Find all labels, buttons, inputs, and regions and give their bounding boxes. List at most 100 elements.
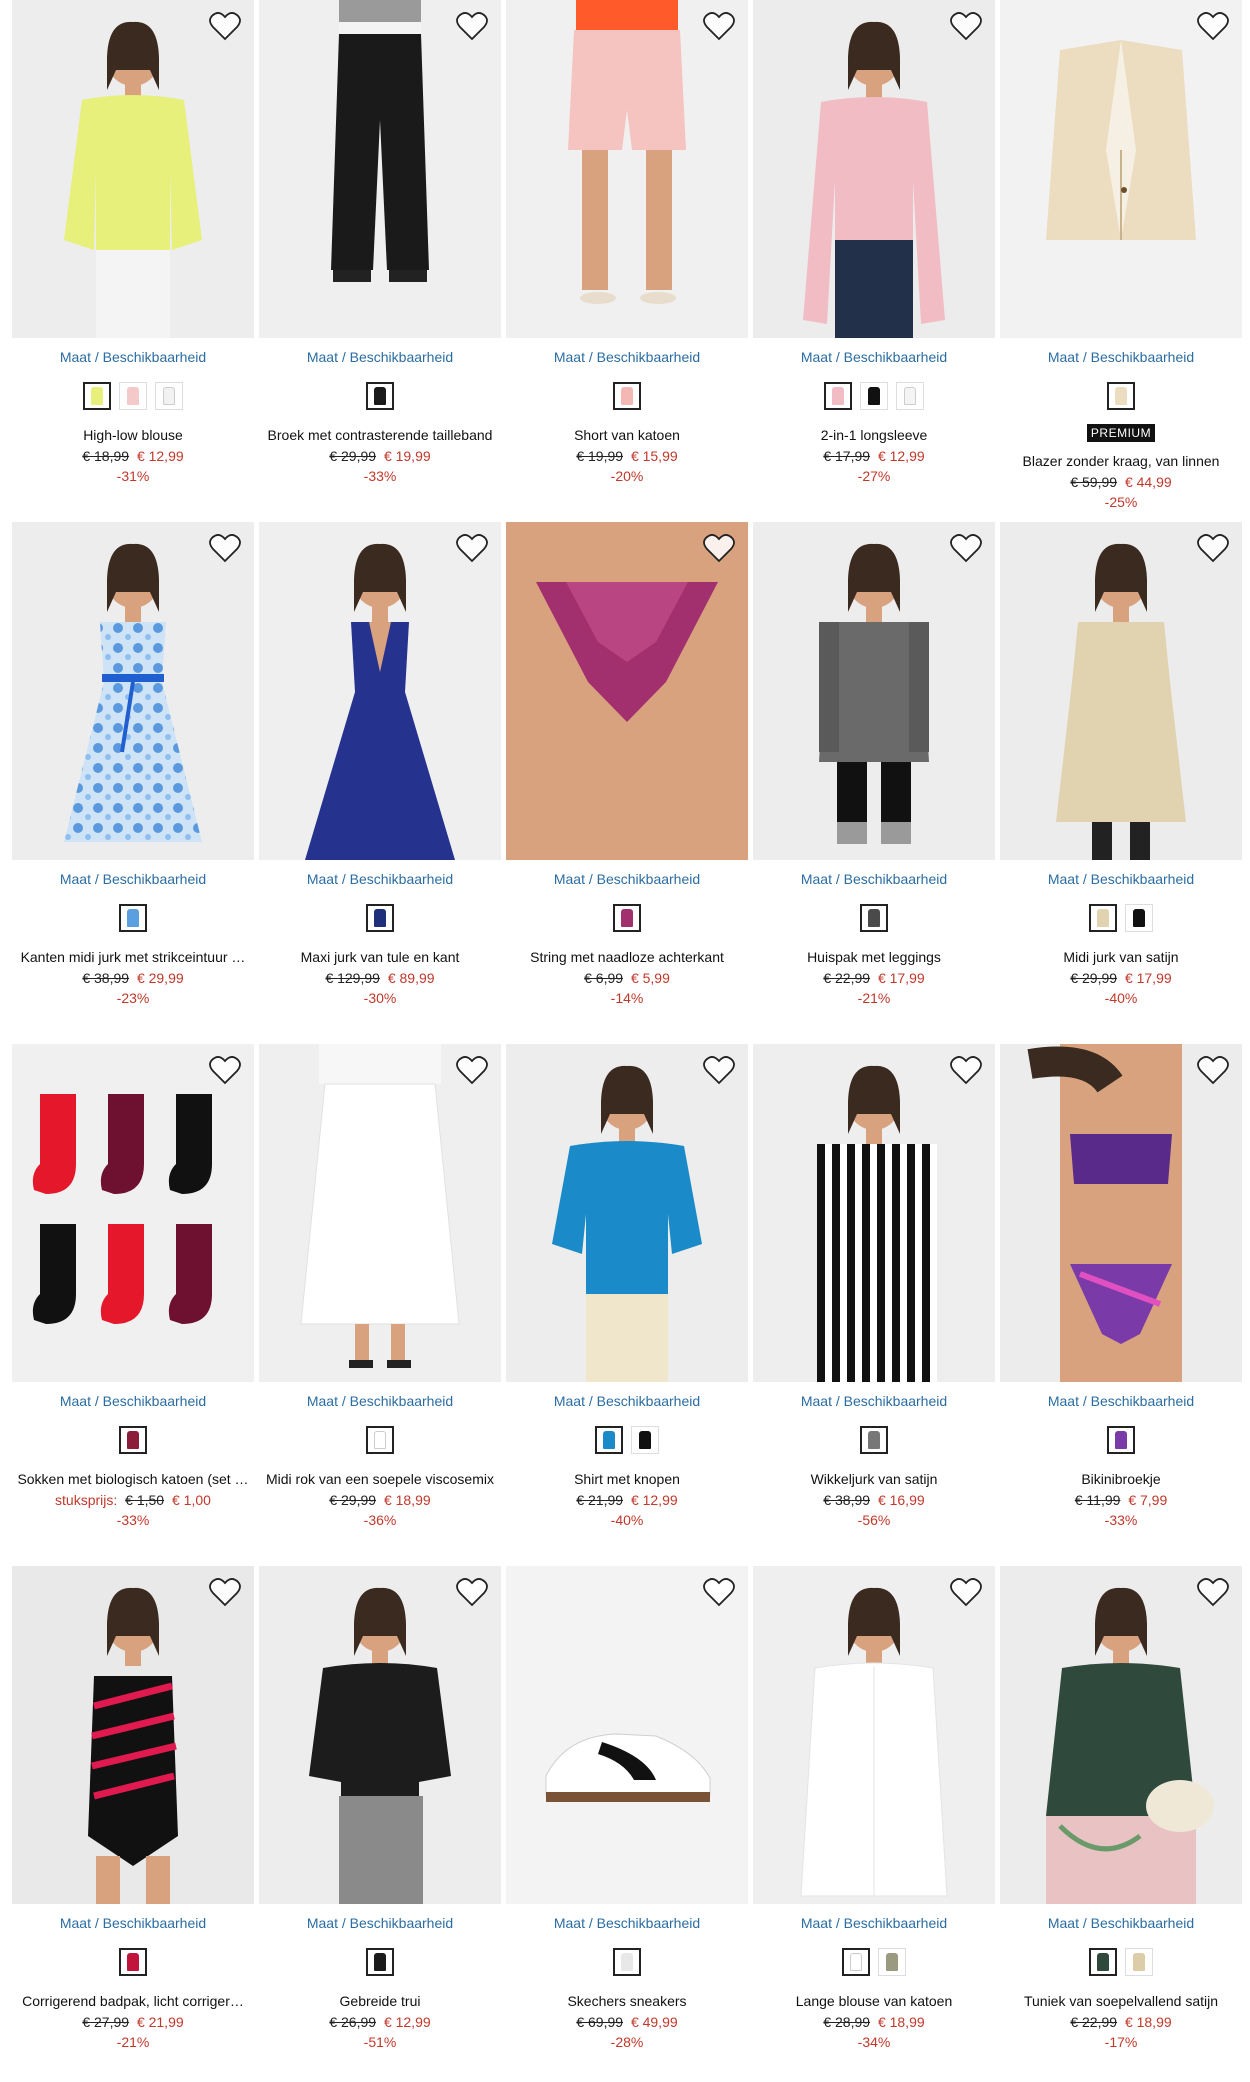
product-image[interactable] [12,1044,254,1382]
size-availability-link[interactable]: Maat / Beschikbaarheid [506,348,748,366]
product-name[interactable]: Midi jurk van satijn [1000,948,1242,966]
color-swatch[interactable] [613,382,641,410]
product-card[interactable]: Maat / Beschikbaarheid Broek met contras… [259,0,501,522]
color-swatch[interactable] [366,904,394,932]
product-image[interactable] [753,1044,995,1382]
product-card[interactable]: Maat / Beschikbaarheid Midi rok van een … [259,1044,501,1566]
size-availability-link[interactable]: Maat / Beschikbaarheid [753,870,995,888]
product-name[interactable]: Shirt met knopen [506,1470,748,1488]
size-availability-link[interactable]: Maat / Beschikbaarheid [259,870,501,888]
color-swatch[interactable] [366,1426,394,1454]
product-card[interactable]: Maat / Beschikbaarheid Maxi jurk van tul… [259,522,501,1044]
size-availability-link[interactable]: Maat / Beschikbaarheid [753,348,995,366]
size-availability-link[interactable]: Maat / Beschikbaarheid [12,870,254,888]
color-swatch[interactable] [366,1948,394,1976]
wishlist-heart-icon[interactable] [208,10,242,44]
color-swatch[interactable] [1107,382,1135,410]
product-card[interactable]: Maat / Beschikbaarheid Gebreide trui € 2… [259,1566,501,2082]
product-name[interactable]: 2-in-1 longsleeve [753,426,995,444]
product-card[interactable]: Maat / Beschikbaarheid Huispak met leggi… [753,522,995,1044]
product-name[interactable]: Sokken met biologisch katoen (set … [12,1470,254,1488]
product-image[interactable] [506,522,748,860]
color-swatch[interactable] [613,904,641,932]
size-availability-link[interactable]: Maat / Beschikbaarheid [506,1914,748,1932]
product-name[interactable]: Tuniek van soepelvallend satijn [1000,1992,1242,2010]
color-swatch[interactable] [631,1426,659,1454]
wishlist-heart-icon[interactable] [208,532,242,566]
size-availability-link[interactable]: Maat / Beschikbaarheid [259,1914,501,1932]
color-swatch[interactable] [595,1426,623,1454]
wishlist-heart-icon[interactable] [949,1054,983,1088]
product-card[interactable]: Maat / Beschikbaarheid Tuniek van soepel… [1000,1566,1242,2082]
product-name[interactable]: Corrigerend badpak, licht corriger… [12,1992,254,2010]
size-availability-link[interactable]: Maat / Beschikbaarheid [1000,1914,1242,1932]
color-swatch[interactable] [119,1426,147,1454]
size-availability-link[interactable]: Maat / Beschikbaarheid [506,1392,748,1410]
color-swatch[interactable] [896,382,924,410]
wishlist-heart-icon[interactable] [1196,10,1230,44]
wishlist-heart-icon[interactable] [702,1576,736,1610]
product-name[interactable]: Maxi jurk van tule en kant [259,948,501,966]
product-image[interactable] [1000,1044,1242,1382]
product-image[interactable] [259,522,501,860]
size-availability-link[interactable]: Maat / Beschikbaarheid [753,1392,995,1410]
wishlist-heart-icon[interactable] [702,532,736,566]
color-swatch[interactable] [119,904,147,932]
product-name[interactable]: String met naadloze achterkant [506,948,748,966]
wishlist-heart-icon[interactable] [702,10,736,44]
product-name[interactable]: Wikkeljurk van satijn [753,1470,995,1488]
wishlist-heart-icon[interactable] [949,1576,983,1610]
product-image[interactable] [753,1566,995,1904]
wishlist-heart-icon[interactable] [455,1576,489,1610]
size-availability-link[interactable]: Maat / Beschikbaarheid [1000,1392,1242,1410]
color-swatch[interactable] [1125,904,1153,932]
product-name[interactable]: Broek met contrasterende tailleband [259,426,501,444]
product-name[interactable]: Midi rok van een soepele viscosemix [259,1470,501,1488]
size-availability-link[interactable]: Maat / Beschikbaarheid [12,1392,254,1410]
product-name[interactable]: Skechers sneakers [506,1992,748,2010]
product-name[interactable]: Huispak met leggings [753,948,995,966]
product-image[interactable] [1000,522,1242,860]
color-swatch[interactable] [824,382,852,410]
product-card[interactable]: Maat / Beschikbaarheid Lange blouse van … [753,1566,995,2082]
size-availability-link[interactable]: Maat / Beschikbaarheid [259,348,501,366]
product-card[interactable]: Maat / Beschikbaarheid Short van katoen … [506,0,748,522]
product-image[interactable] [506,0,748,338]
wishlist-heart-icon[interactable] [455,532,489,566]
size-availability-link[interactable]: Maat / Beschikbaarheid [1000,348,1242,366]
wishlist-heart-icon[interactable] [702,1054,736,1088]
product-name[interactable]: Short van katoen [506,426,748,444]
product-image[interactable] [506,1566,748,1904]
product-image[interactable] [12,0,254,338]
product-image[interactable] [753,0,995,338]
color-swatch[interactable] [155,382,183,410]
wishlist-heart-icon[interactable] [949,532,983,566]
wishlist-heart-icon[interactable] [1196,532,1230,566]
wishlist-heart-icon[interactable] [455,1054,489,1088]
wishlist-heart-icon[interactable] [208,1576,242,1610]
product-card[interactable]: Maat / Beschikbaarheid High-low blouse €… [12,0,254,522]
wishlist-heart-icon[interactable] [1196,1054,1230,1088]
product-image[interactable] [506,1044,748,1382]
product-card[interactable]: Maat / Beschikbaarheid String met naadlo… [506,522,748,1044]
product-card[interactable]: Maat / Beschikbaarheid Skechers sneakers… [506,1566,748,2082]
product-image[interactable] [259,1566,501,1904]
color-swatch[interactable] [366,382,394,410]
product-image[interactable] [1000,0,1242,338]
color-swatch[interactable] [860,904,888,932]
color-swatch[interactable] [1089,1948,1117,1976]
product-card[interactable]: Maat / Beschikbaarheid Midi jurk van sat… [1000,522,1242,1044]
product-card[interactable]: Maat / Beschikbaarheid Kanten midi jurk … [12,522,254,1044]
product-name[interactable]: Kanten midi jurk met strikceintuur … [12,948,254,966]
product-name[interactable]: Gebreide trui [259,1992,501,2010]
wishlist-heart-icon[interactable] [208,1054,242,1088]
color-swatch[interactable] [1107,1426,1135,1454]
product-name[interactable]: High-low blouse [12,426,254,444]
color-swatch[interactable] [1125,1948,1153,1976]
color-swatch[interactable] [860,1426,888,1454]
color-swatch[interactable] [878,1948,906,1976]
product-card[interactable]: Maat / Beschikbaarheid Bikinibroekje € 1… [1000,1044,1242,1566]
product-card[interactable]: Maat / Beschikbaarheid Shirt met knopen … [506,1044,748,1566]
product-image[interactable] [259,1044,501,1382]
product-card[interactable]: Maat / Beschikbaarheid Wikkeljurk van sa… [753,1044,995,1566]
